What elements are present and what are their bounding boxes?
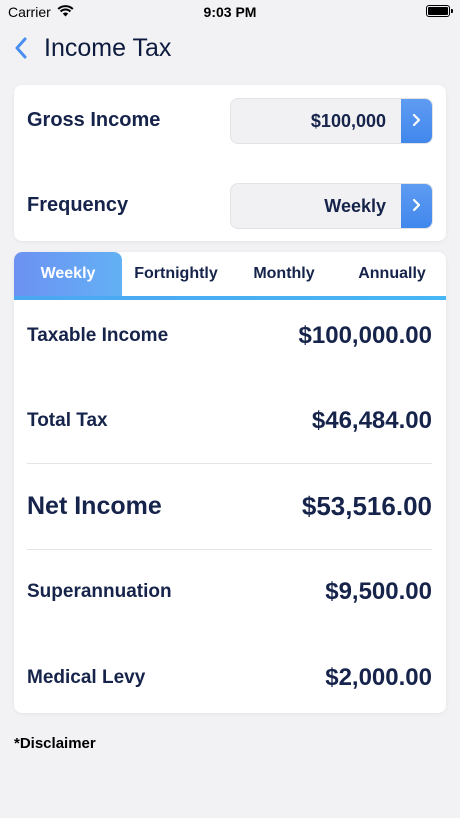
- battery-icon: [426, 5, 453, 17]
- tab-fortnightly[interactable]: Fortnightly: [122, 252, 230, 296]
- medical-levy-label: Medical Levy: [27, 667, 146, 688]
- taxable-income-row: Taxable Income $100,000.00: [27, 316, 432, 356]
- gross-income-row: Gross Income $100,000: [14, 98, 446, 144]
- divider: [27, 463, 432, 464]
- superannuation-label: Superannuation: [27, 581, 172, 602]
- input-card: Gross Income $100,000 Frequency Weekly: [14, 85, 446, 241]
- taxable-income-value: $100,000.00: [298, 322, 432, 349]
- frequency-tabs: Weekly Fortnightly Monthly Annually: [14, 252, 446, 300]
- net-income-value: $53,516.00: [301, 490, 432, 521]
- tab-monthly[interactable]: Monthly: [230, 252, 338, 296]
- back-chevron-icon[interactable]: [14, 33, 36, 63]
- net-income-label: Net Income: [27, 491, 162, 520]
- navigation-bar: Income Tax: [14, 30, 171, 66]
- chevron-right-icon: [412, 113, 421, 132]
- gross-income-value: $100,000: [310, 111, 386, 131]
- total-tax-row: Total Tax $46,484.00: [27, 401, 432, 441]
- net-income-row: Net Income $53,516.00: [27, 486, 432, 526]
- total-tax-label: Total Tax: [27, 410, 108, 431]
- tab-weekly[interactable]: Weekly: [14, 252, 122, 296]
- gross-income-label: Gross Income: [27, 109, 161, 131]
- superannuation-row: Superannuation $9,500.00: [27, 572, 432, 612]
- status-time: 9:03 PM: [203, 4, 257, 20]
- frequency-button[interactable]: [401, 184, 432, 228]
- gross-income-button[interactable]: [401, 99, 432, 143]
- gross-income-field[interactable]: $100,000: [230, 98, 433, 144]
- status-right: [426, 5, 453, 17]
- frequency-label: Frequency: [27, 194, 129, 216]
- tab-annually[interactable]: Annually: [338, 252, 446, 296]
- chevron-right-icon: [412, 198, 421, 217]
- total-tax-value: $46,484.00: [311, 407, 432, 434]
- divider: [27, 549, 432, 550]
- medical-levy-value: $2,000.00: [325, 664, 432, 691]
- tab-underline: [14, 296, 446, 300]
- frequency-row: Frequency Weekly: [14, 183, 446, 229]
- disclaimer-link[interactable]: *Disclaimer: [14, 735, 96, 752]
- frequency-field[interactable]: Weekly: [230, 183, 433, 229]
- superannuation-value: $9,500.00: [325, 578, 432, 605]
- taxable-income-label: Taxable Income: [27, 325, 169, 346]
- results-card: Weekly Fortnightly Monthly Annually Taxa…: [14, 252, 446, 713]
- status-bar: Carrier 9:03 PM: [0, 0, 460, 24]
- medical-levy-row: Medical Levy $2,000.00: [27, 658, 432, 698]
- frequency-value: Weekly: [324, 196, 386, 216]
- page-title: Income Tax: [44, 33, 172, 62]
